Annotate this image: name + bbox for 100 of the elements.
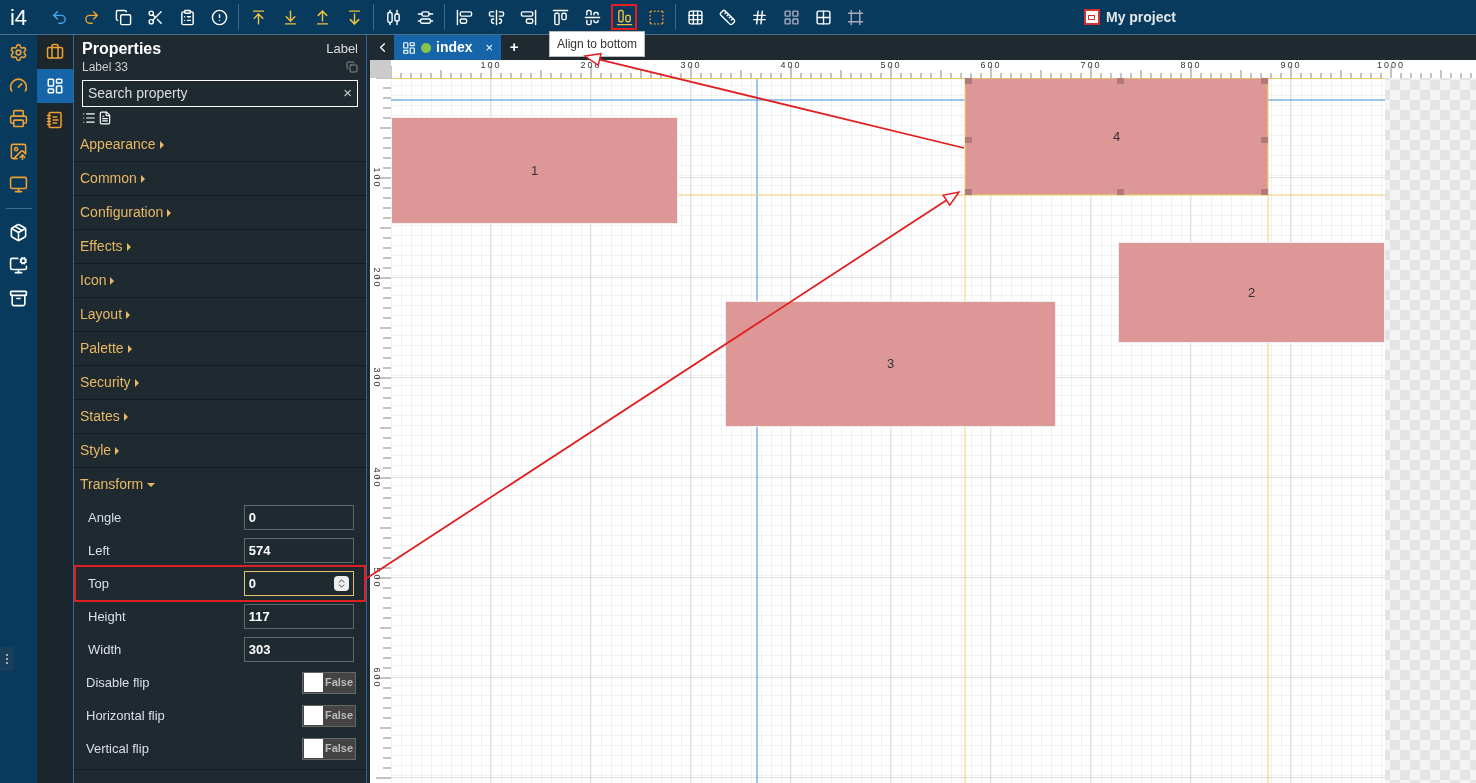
field-label: Disable flip: [86, 673, 151, 692]
copy-icon: [114, 8, 132, 26]
box-icon[interactable]: [9, 223, 28, 242]
printer-icon[interactable]: [9, 109, 28, 128]
number-field[interactable]: 0: [243, 571, 354, 596]
toggle-text: False: [323, 675, 355, 691]
list-view-icon[interactable]: [82, 110, 96, 125]
app-logo: i4: [8, 3, 29, 32]
grid-icon: [686, 8, 704, 26]
field-label: Height: [88, 607, 127, 626]
field-label: Vertical flip: [86, 739, 150, 758]
project-title: My project: [1106, 7, 1176, 27]
section-header[interactable]: States: [74, 400, 366, 433]
resize-handle[interactable]: [1116, 78, 1124, 84]
dashboard-icon: [46, 77, 64, 95]
grid-square-icon: [814, 8, 832, 26]
number-field[interactable]: 0: [243, 505, 354, 530]
toggle-switch[interactable]: False: [302, 671, 356, 694]
info-icon: [210, 8, 228, 26]
resize-handle[interactable]: [1116, 189, 1124, 195]
field-label: Width: [88, 640, 123, 659]
element-label: 4: [1112, 127, 1121, 146]
label-element[interactable]: 4: [965, 78, 1268, 195]
number-field[interactable]: 117: [243, 604, 354, 629]
field-value: 0: [248, 574, 257, 593]
ruler-label: 600: [371, 667, 382, 689]
label-element[interactable]: 1: [391, 117, 678, 224]
gear-icon[interactable]: [9, 43, 28, 62]
label-element[interactable]: 2: [1118, 242, 1385, 343]
align-bottom-button[interactable]: [611, 4, 637, 30]
ruler-label: 300: [680, 60, 702, 70]
distribute-vertical-icon: [416, 8, 434, 26]
field-value: 0: [248, 508, 257, 527]
copy-icon[interactable]: [346, 60, 358, 73]
resize-handle[interactable]: [965, 78, 972, 84]
element-label: 1: [530, 161, 539, 180]
image-icon[interactable]: [9, 142, 28, 161]
ruler-label: 500: [880, 60, 902, 70]
spinner-icon[interactable]: [334, 576, 349, 591]
ruler-label: 400: [371, 467, 382, 489]
ruler-label: 600: [980, 60, 1002, 70]
side-tab[interactable]: [37, 69, 73, 103]
section-header[interactable]: Appearance: [74, 128, 366, 161]
ruler-label: 200: [371, 267, 382, 289]
section-header[interactable]: Layout: [74, 298, 366, 331]
gauge-icon[interactable]: [9, 76, 28, 95]
redo-icon: [82, 8, 100, 26]
toggle-text: False: [323, 741, 355, 757]
section-header[interactable]: Palette: [74, 332, 366, 365]
tab-label: index: [436, 38, 473, 57]
section-header[interactable]: Security: [74, 366, 366, 399]
document-tab[interactable]: index ×: [394, 35, 502, 60]
section-header[interactable]: Icon: [74, 264, 366, 297]
distribute-horizontal-icon: [384, 8, 402, 26]
element-label: 2: [1247, 283, 1256, 302]
section-header[interactable]: Configuration: [74, 196, 366, 229]
section-header[interactable]: Effects: [74, 230, 366, 263]
resize-handle[interactable]: [965, 136, 972, 143]
search-field[interactable]: Search property ×: [82, 80, 358, 107]
section-header[interactable]: Transform: [74, 468, 366, 501]
project-icon: [1084, 9, 1100, 25]
paste-icon: [178, 8, 196, 26]
add-tab-button[interactable]: +: [501, 36, 528, 59]
label-element[interactable]: 3: [725, 301, 1056, 427]
element-label: 3: [886, 355, 895, 374]
section-header[interactable]: Style: [74, 434, 366, 467]
ruler-label: 700: [1080, 60, 1102, 70]
detail-view-icon[interactable]: [98, 110, 112, 125]
field-label: Horizontal flip: [86, 706, 166, 725]
toggle-switch[interactable]: False: [302, 737, 356, 760]
panel-subtitle: Label 33: [82, 59, 130, 76]
page-icon: [402, 40, 416, 55]
ruler-label: 100: [371, 167, 382, 189]
ruler-label: 100: [480, 60, 502, 70]
notebook-icon: [46, 111, 64, 129]
panel-title: Properties: [82, 39, 163, 58]
resize-handle[interactable]: [965, 189, 972, 195]
toggle-switch[interactable]: False: [302, 704, 356, 727]
number-field[interactable]: 303: [243, 637, 354, 662]
field-label: Left: [88, 541, 111, 560]
ruler-label: 1000: [1377, 60, 1405, 70]
resize-handle[interactable]: [1261, 189, 1268, 195]
resize-handle[interactable]: [1261, 78, 1268, 84]
number-field[interactable]: 574: [243, 538, 354, 563]
section-header[interactable]: Common: [74, 162, 366, 195]
undo-icon: [50, 8, 68, 26]
ruler-icon: [718, 8, 736, 26]
ruler-label: 900: [1280, 60, 1302, 70]
ruler-label: 400: [780, 60, 802, 70]
archive-icon[interactable]: [9, 289, 28, 308]
clear-button[interactable]: ×: [343, 82, 352, 105]
align-middle-icon: [583, 8, 601, 26]
resize-handle[interactable]: [1261, 136, 1268, 143]
more-icon[interactable]: [0, 647, 14, 671]
monitor-icon[interactable]: [9, 175, 28, 194]
ruler-label: 800: [1180, 60, 1202, 70]
field-label: Angle: [88, 508, 123, 527]
close-button[interactable]: ×: [485, 37, 494, 58]
monitor-gear-icon[interactable]: [9, 256, 28, 275]
ruler-label: 300: [371, 367, 382, 389]
